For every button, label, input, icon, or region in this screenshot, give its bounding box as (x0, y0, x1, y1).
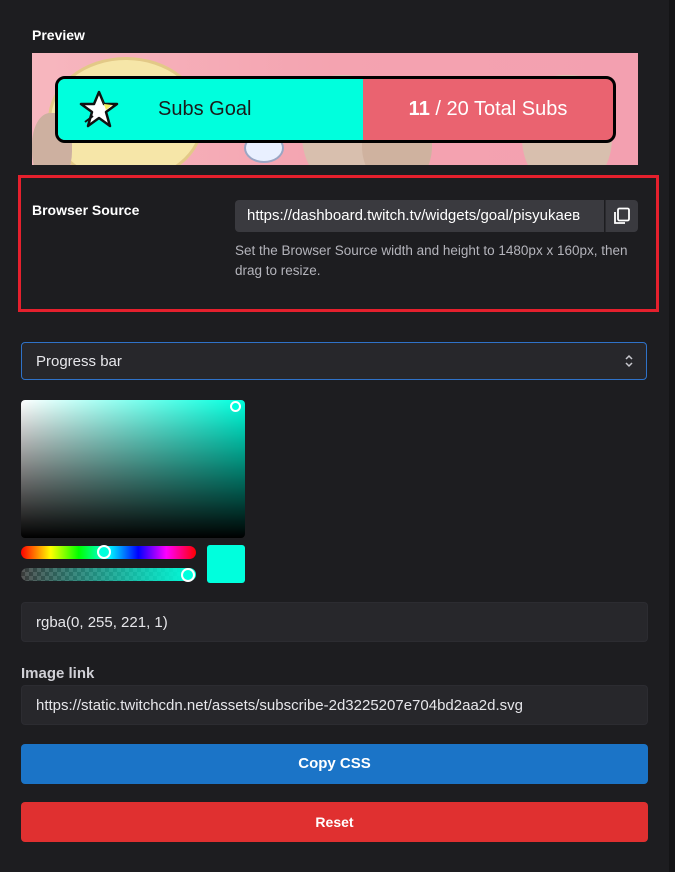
browser-source-hint: Set the Browser Source width and height … (235, 243, 628, 278)
copy-url-button[interactable] (605, 200, 638, 232)
goal-progress-bar: Subs Goal 11 / 20 Total Subs (55, 76, 616, 143)
image-link-label: Image link (21, 665, 95, 682)
image-link-input[interactable]: https://static.twitchcdn.net/assets/subs… (21, 685, 648, 725)
goal-current: 11 (408, 98, 430, 120)
copy-css-button[interactable]: Copy CSS (21, 744, 648, 784)
scrollbar-track[interactable] (669, 0, 675, 872)
goal-title: Subs Goal (158, 98, 252, 120)
copy-icon (614, 207, 630, 224)
alpha-slider[interactable] (21, 568, 196, 581)
goal-count: 11 / 20 Total Subs (363, 98, 613, 121)
reset-button[interactable]: Reset (21, 802, 648, 842)
goal-preview: Subs Goal 11 / 20 Total Subs (32, 53, 638, 165)
hue-slider-handle[interactable] (97, 545, 111, 559)
goal-target: / 20 Total Subs (429, 98, 568, 120)
style-select[interactable]: Progress bar (21, 342, 647, 380)
browser-source-label: Browser Source (32, 202, 140, 218)
rgba-input[interactable]: rgba(0, 255, 221, 1) (21, 602, 648, 642)
star-icon (79, 90, 119, 130)
color-swatch (207, 545, 245, 583)
saturation-value-handle[interactable] (230, 401, 241, 412)
saturation-value-picker[interactable] (21, 400, 245, 538)
alpha-slider-handle[interactable] (181, 568, 195, 582)
chevron-up-down-icon (625, 354, 633, 368)
browser-source-url-field[interactable]: https://dashboard.twitch.tv/widgets/goal… (235, 200, 604, 232)
browser-source-url: https://dashboard.twitch.tv/widgets/goal… (247, 207, 581, 224)
rgba-value: rgba(0, 255, 221, 1) (36, 614, 168, 631)
image-link-value: https://static.twitchcdn.net/assets/subs… (36, 697, 523, 714)
preview-label: Preview (32, 27, 85, 43)
style-select-value: Progress bar (36, 353, 122, 370)
